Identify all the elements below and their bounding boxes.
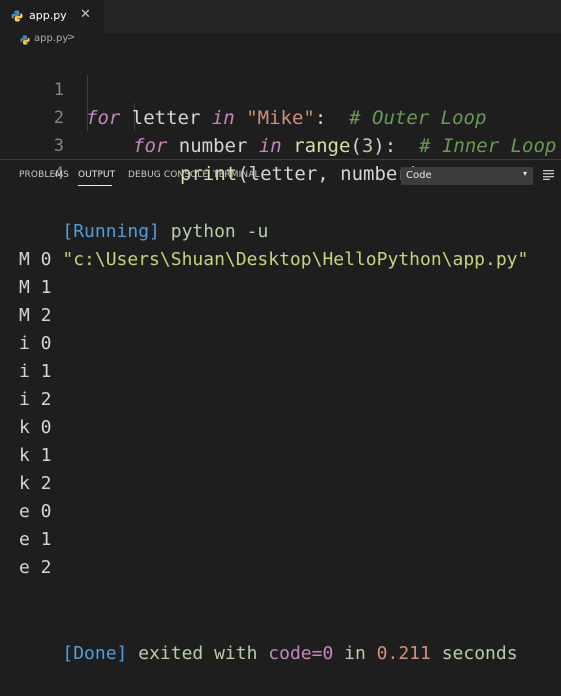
- output-result-line: e 0: [19, 501, 52, 522]
- exit-code: code=0: [268, 643, 334, 664]
- code-line-2: 2 for number in range(3): # Inner Loop: [0, 76, 561, 157]
- close-icon[interactable]: ✕: [80, 7, 91, 22]
- python-icon: [11, 10, 23, 22]
- output-result-line: k 1: [19, 445, 52, 466]
- tab-terminal[interactable]: TERMINAL: [213, 170, 260, 180]
- chevron-right-icon: >: [67, 32, 76, 43]
- tab-debug-console[interactable]: DEBUG CONSOLE: [128, 170, 208, 180]
- code-editor[interactable]: 1 for letter in "Mike": # Outer Loop 2 f…: [0, 47, 561, 185]
- output-result-line: k 2: [19, 473, 52, 494]
- word-wrap-lines-icon[interactable]: [543, 170, 554, 180]
- done-text: seconds: [430, 643, 518, 664]
- output-running-line: [Running] python -u: [19, 190, 268, 242]
- done-tag: [Done]: [62, 643, 128, 664]
- done-text: in: [333, 643, 377, 664]
- editor-tab-strip: app.py ✕: [0, 0, 561, 33]
- output-result-line: e 1: [19, 529, 52, 550]
- output-result-line: M 1: [19, 277, 52, 298]
- output-path-line: "c:\Users\Shuan\Desktop\HelloPython\app.…: [19, 218, 528, 270]
- active-tab-indicator: [78, 185, 112, 186]
- tab-label: app.py: [29, 9, 67, 22]
- code-line-1: 1 for letter in "Mike": # Outer Loop: [0, 48, 561, 129]
- output-result-line: e 2: [19, 557, 52, 578]
- code-line-4: 4: [0, 132, 561, 184]
- done-text: exited with: [127, 643, 269, 664]
- tab-problems[interactable]: PROBLEMS: [19, 170, 69, 180]
- output-done-line: [Done] exited with code=0 in 0.211 secon…: [19, 612, 517, 664]
- select-value: Code: [406, 170, 432, 181]
- python-icon: [20, 35, 30, 45]
- code-line-3: 3 print(letter, number): [0, 104, 561, 185]
- tab-output[interactable]: OUTPUT: [78, 170, 115, 180]
- elapsed-time: 0.211: [376, 643, 431, 664]
- output-result-line: i 1: [19, 361, 52, 382]
- script-path: "c:\Users\Shuan\Desktop\HelloPython\app.…: [62, 249, 529, 270]
- output-result-line: M 2: [19, 305, 52, 326]
- breadcrumb-file[interactable]: app.py: [34, 33, 68, 44]
- tab-app-py[interactable]: app.py ✕: [0, 0, 104, 33]
- output-result-line: i 0: [19, 333, 52, 354]
- output-result-line: k 0: [19, 417, 52, 438]
- output-result-line: i 2: [19, 389, 52, 410]
- breadcrumb: app.py >: [0, 32, 561, 47]
- chevron-down-icon: ▾: [522, 169, 527, 178]
- output-channel-select[interactable]: Code ▾: [401, 167, 533, 185]
- output-result-line: M 0: [19, 249, 52, 270]
